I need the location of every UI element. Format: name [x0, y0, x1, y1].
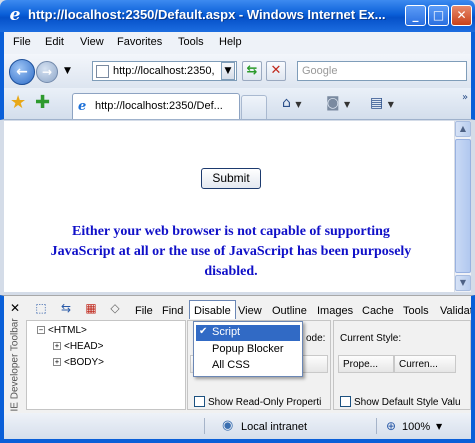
show-readonly-checkbox[interactable]: [194, 396, 205, 407]
dev-menu-outline[interactable]: Outline: [272, 305, 307, 317]
current-style-header: Current Style:: [340, 333, 402, 344]
show-readonly-checkbox-row[interactable]: Show Read-Only Properti: [194, 396, 321, 408]
zoom-dropdown-icon[interactable]: ▼: [436, 422, 442, 431]
menu-bar: File Edit View Favorites Tools Help: [0, 32, 475, 54]
dev-menu-find[interactable]: Find: [162, 305, 183, 317]
tab-label: http://localhost:2350/Def...: [95, 100, 223, 112]
feeds-icon[interactable]: ◙ ▼: [326, 95, 350, 113]
window-titlebar[interactable]: e http://localhost:2350/Default.aspx - W…: [0, 0, 475, 32]
dom-tree[interactable]: − <HTML> + <HEAD> + <BODY>: [26, 320, 186, 410]
menu-item-script[interactable]: ✔ Script: [196, 325, 300, 341]
vertical-scrollbar[interactable]: ▲ ▼: [454, 121, 471, 292]
dev-menu-validate[interactable]: Validat: [440, 305, 471, 317]
dev-menu-tools[interactable]: Tools: [403, 305, 429, 317]
tree-node-head[interactable]: + <HEAD>: [53, 341, 103, 352]
clear-icon[interactable]: ▦: [82, 299, 100, 317]
column-property[interactable]: Prope...: [338, 355, 394, 373]
navigation-bar: ← → ▼ http://localhost:2350, ▼ ⇆ ✕ Googl…: [0, 54, 475, 88]
back-arrow-icon[interactable]: ←: [9, 59, 35, 85]
forward-arrow-icon[interactable]: →: [36, 61, 58, 83]
page-content: Submit Either your web browser is not ca…: [4, 121, 454, 292]
select-element-icon[interactable]: ⬚: [32, 299, 50, 317]
print-icon[interactable]: ▤ ▼: [370, 95, 394, 113]
chevron-right-icon[interactable]: »: [462, 90, 468, 106]
menu-item-popup-blocker[interactable]: Popup Blocker: [196, 342, 300, 358]
menu-view[interactable]: View: [80, 36, 104, 48]
intranet-globe-icon: ◉: [222, 418, 234, 433]
status-divider: [204, 418, 205, 434]
menu-file[interactable]: File: [13, 36, 31, 48]
add-favorites-icon[interactable]: ✚: [35, 93, 50, 113]
favorites-star-icon[interactable]: ★: [10, 93, 26, 113]
tab-bar: ★ ✚ e http://localhost:2350/Def... ⌂ ▼ ◙…: [0, 88, 475, 120]
dev-menu-view[interactable]: View: [238, 305, 262, 317]
disable-dropdown-menu: ✔ Script Popup Blocker All CSS: [193, 321, 303, 377]
minimize-button[interactable]: _: [405, 5, 426, 26]
dev-menu-disable[interactable]: Disable: [189, 300, 236, 319]
menu-favorites[interactable]: Favorites: [117, 36, 162, 48]
page-icon: [96, 65, 109, 78]
new-tab-button[interactable]: [241, 95, 267, 119]
internet-explorer-icon: e: [78, 99, 87, 114]
zoom-icon[interactable]: ⊕: [386, 419, 396, 433]
address-dropdown-icon[interactable]: ▼: [221, 62, 235, 80]
zoom-level[interactable]: 100%: [402, 421, 430, 433]
menu-help[interactable]: Help: [219, 36, 242, 48]
checkmark-icon: ✔: [199, 326, 208, 337]
close-icon[interactable]: ✕: [10, 301, 20, 315]
address-bar[interactable]: http://localhost:2350,: [92, 61, 237, 81]
javascript-disabled-message: Either your web browser is not capable o…: [50, 224, 412, 279]
developer-toolbar-side-label: IE Developer Toolbar: [9, 318, 21, 412]
tab-current[interactable]: e http://localhost:2350/Def...: [72, 93, 240, 119]
tree-node-html[interactable]: − <HTML>: [37, 325, 87, 336]
address-text: http://localhost:2350,: [113, 65, 215, 77]
internet-explorer-icon: e: [9, 5, 21, 25]
search-input[interactable]: Google: [297, 61, 467, 81]
expand-icon[interactable]: +: [53, 358, 61, 366]
status-divider: [376, 418, 377, 434]
dev-menu-cache[interactable]: Cache: [362, 305, 394, 317]
show-default-style-checkbox-row[interactable]: Show Default Style Valu: [340, 396, 461, 408]
tree-node-body[interactable]: + <BODY>: [53, 357, 104, 368]
menu-edit[interactable]: Edit: [45, 36, 64, 48]
scroll-up-icon[interactable]: ▲: [455, 121, 471, 137]
submit-button[interactable]: Submit: [201, 168, 261, 189]
show-default-style-checkbox[interactable]: [340, 396, 351, 407]
maximize-button[interactable]: □: [428, 5, 449, 26]
refresh-icon[interactable]: ⇆: [242, 61, 262, 81]
window-title: http://localhost:2350/Default.aspx - Win…: [28, 7, 386, 22]
home-icon[interactable]: ⌂ ▼: [282, 95, 302, 113]
recent-pages-dropdown-icon[interactable]: ▼: [64, 66, 71, 76]
scrollbar-thumb[interactable]: [455, 139, 471, 273]
refresh-dom-icon[interactable]: ⇆: [57, 299, 75, 317]
dev-menu-images[interactable]: Images: [317, 305, 353, 317]
view-source-icon[interactable]: ◇: [106, 299, 124, 317]
column-current[interactable]: Curren...: [394, 355, 456, 373]
menu-item-all-css[interactable]: All CSS: [196, 358, 300, 374]
current-style-panel: Current Style: Prope... Curren... Show D…: [333, 320, 471, 410]
collapse-icon[interactable]: −: [37, 326, 45, 334]
status-bar: ◉ Local intranet ⊕ 100% ▼: [0, 413, 475, 443]
dev-menu-file[interactable]: File: [135, 305, 153, 317]
menu-tools[interactable]: Tools: [178, 36, 204, 48]
scroll-down-icon[interactable]: ▼: [455, 275, 471, 291]
security-zone: Local intranet: [241, 421, 308, 433]
close-button[interactable]: ✕: [451, 5, 472, 26]
expand-icon[interactable]: +: [53, 342, 61, 350]
stop-icon[interactable]: ✕: [266, 61, 286, 81]
